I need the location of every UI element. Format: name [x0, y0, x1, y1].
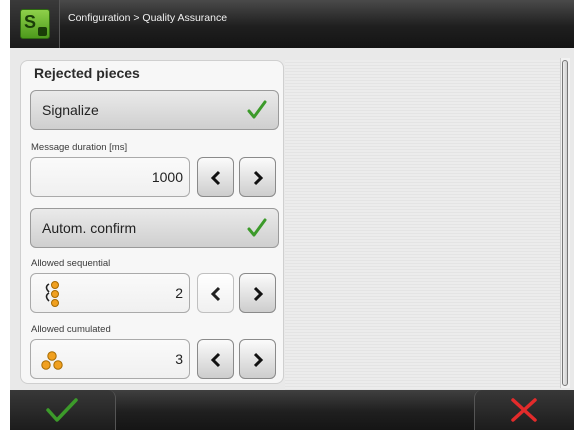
app-logo-button[interactable]: S	[10, 0, 60, 48]
cancel-button[interactable]	[474, 390, 574, 430]
message-duration-field[interactable]: 1000	[30, 157, 190, 197]
autom-confirm-toggle[interactable]: Autom. confirm	[30, 208, 279, 248]
allowed-cumulated-field[interactable]: 3	[30, 339, 190, 379]
message-duration-label: Message duration [ms]	[31, 142, 128, 153]
s-app-logo-icon: S	[20, 9, 50, 39]
green-check-icon	[46, 398, 78, 422]
message-duration-decrease-button[interactable]	[197, 157, 234, 197]
message-duration-value: 1000	[151, 169, 183, 185]
signalize-label: Signalize	[42, 102, 99, 118]
chevron-right-icon	[253, 170, 264, 186]
screen: S Configuration > Quality Assurance Reje…	[10, 0, 574, 430]
content-area	[285, 60, 560, 390]
checkmark-icon	[247, 100, 267, 119]
allowed-cumulated-increase-button[interactable]	[239, 339, 276, 379]
sequential-pieces-icon	[45, 281, 59, 307]
allowed-sequential-label: Allowed sequential	[31, 258, 111, 269]
breadcrumb: Configuration > Quality Assurance	[68, 12, 228, 24]
message-duration-increase-button[interactable]	[239, 157, 276, 197]
allowed-sequential-increase-button[interactable]	[239, 273, 276, 313]
chevron-left-icon	[210, 286, 221, 302]
autom-confirm-label: Autom. confirm	[42, 220, 137, 236]
chevron-left-icon	[210, 352, 221, 368]
signalize-toggle[interactable]: Signalize	[30, 90, 279, 130]
allowed-sequential-field[interactable]: 2	[30, 273, 190, 313]
chevron-right-icon	[253, 286, 264, 302]
allowed-sequential-value: 2	[175, 285, 183, 301]
chevron-right-icon	[253, 352, 264, 368]
cumulated-pieces-icon	[41, 351, 63, 370]
allowed-sequential-decrease-button[interactable]	[197, 273, 234, 313]
chevron-left-icon	[210, 170, 221, 186]
allowed-cumulated-value: 3	[175, 351, 183, 367]
header-bar	[10, 0, 574, 48]
vertical-scrollbar-thumb[interactable]	[562, 60, 568, 386]
allowed-cumulated-label: Allowed cumulated	[31, 324, 111, 335]
red-x-icon	[511, 398, 537, 422]
allowed-cumulated-decrease-button[interactable]	[197, 339, 234, 379]
confirm-button[interactable]	[10, 390, 116, 430]
panel-title: Rejected pieces	[34, 65, 140, 81]
checkmark-icon	[247, 218, 267, 237]
